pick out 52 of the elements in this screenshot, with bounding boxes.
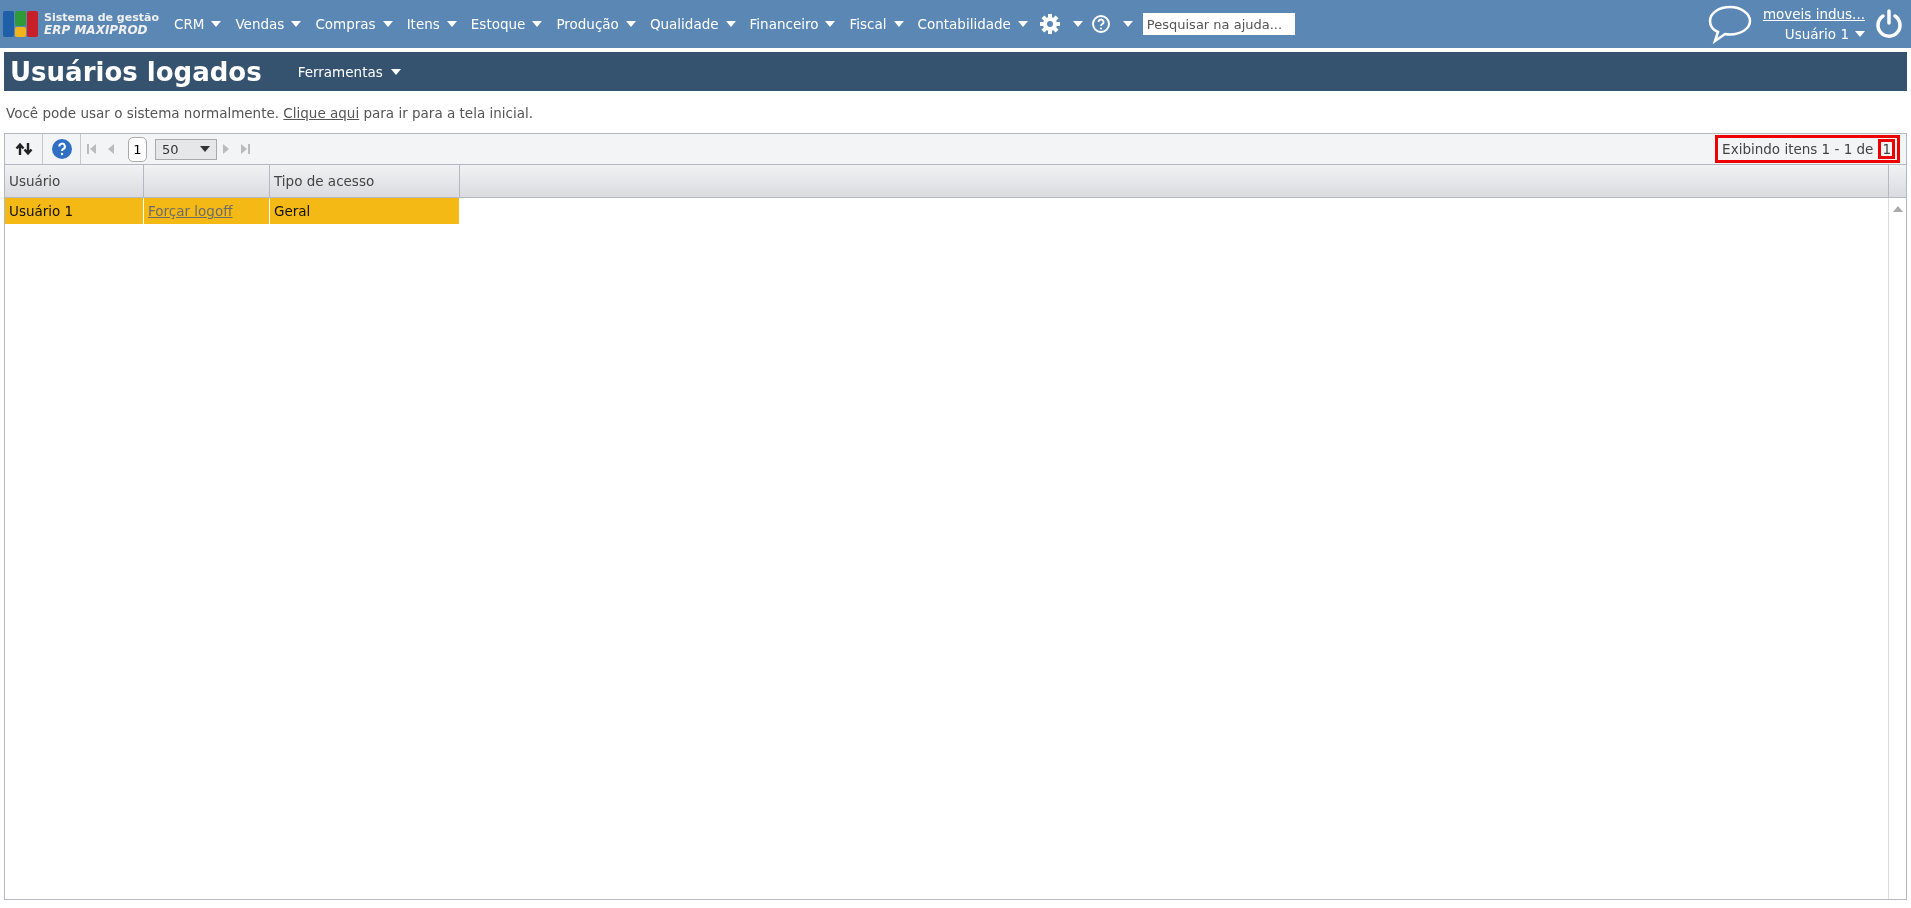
column-header[interactable]: Tipo de acesso (270, 165, 460, 197)
caret-icon (725, 21, 736, 27)
refresh-icon (14, 141, 33, 157)
menu-item[interactable]: Estoque (463, 16, 550, 32)
menu-item[interactable]: Vendas (228, 16, 309, 32)
logo-icon (2, 9, 40, 39)
user-menu[interactable]: Usuário 1 (1784, 26, 1865, 42)
scroll-up-icon[interactable] (1892, 206, 1903, 212)
caret-icon (291, 21, 302, 27)
caret-icon (1072, 21, 1083, 27)
total-count: 1 (1878, 139, 1895, 159)
force-logoff-link[interactable]: Forçar logoff (148, 203, 233, 219)
chat-icon[interactable] (1706, 4, 1753, 44)
menu-item[interactable]: Contabilidade (910, 16, 1035, 32)
info-message: Você pode usar o sistema normalmente. Clique aqui para ir para a tela inicial. (5, 104, 534, 123)
help-icon (1090, 14, 1111, 34)
page-number-field[interactable]: 1 (128, 136, 147, 162)
home-link[interactable]: Clique aqui (283, 105, 360, 121)
table-cell: Geral (270, 198, 460, 224)
brand-subtitle: Sistema de gestão (44, 11, 159, 24)
pager-summary: Exibindo itens 1 - 1 de (1722, 141, 1874, 157)
caret-icon (1855, 31, 1865, 37)
menu-item[interactable]: Qualidade (642, 16, 743, 32)
caret-icon (200, 146, 210, 152)
caret-icon (893, 21, 904, 27)
menu-item[interactable]: Financeiro (742, 16, 843, 32)
menu-item[interactable]: Produção (549, 16, 643, 32)
page-size-select[interactable]: 50 (155, 138, 217, 160)
caret-icon (1017, 21, 1028, 27)
column-header[interactable]: Usuário (5, 165, 144, 197)
menu-item[interactable]: CRM (166, 16, 229, 32)
menu-item[interactable]: Fiscal (842, 16, 911, 32)
caret-icon (625, 21, 636, 27)
page-title: Usuários logados (10, 56, 262, 87)
caret-icon (382, 21, 393, 27)
search-field[interactable]: Pesquisar na ajuda... (1142, 13, 1295, 35)
menu-item[interactable]: Compras (308, 16, 400, 32)
power-icon[interactable] (1875, 9, 1903, 39)
caret-icon (446, 21, 457, 27)
menu-item[interactable]: Itens (399, 16, 464, 32)
tools-menu[interactable]: Ferramentas (291, 62, 407, 81)
caret-icon (532, 21, 543, 27)
table-row[interactable]: Usuário 1 Forçar logoff Geral (5, 198, 460, 224)
help-icon (50, 138, 73, 160)
table-cell: Usuário 1 (5, 198, 144, 224)
caret-icon (211, 21, 222, 27)
caret-icon (390, 68, 401, 75)
caret-icon (1122, 21, 1133, 27)
company-link[interactable]: moveis indus... (1762, 6, 1865, 22)
caret-icon (825, 21, 836, 27)
settings-icon (1038, 13, 1061, 35)
brand-name: ERP MAXIPROD (44, 24, 149, 37)
